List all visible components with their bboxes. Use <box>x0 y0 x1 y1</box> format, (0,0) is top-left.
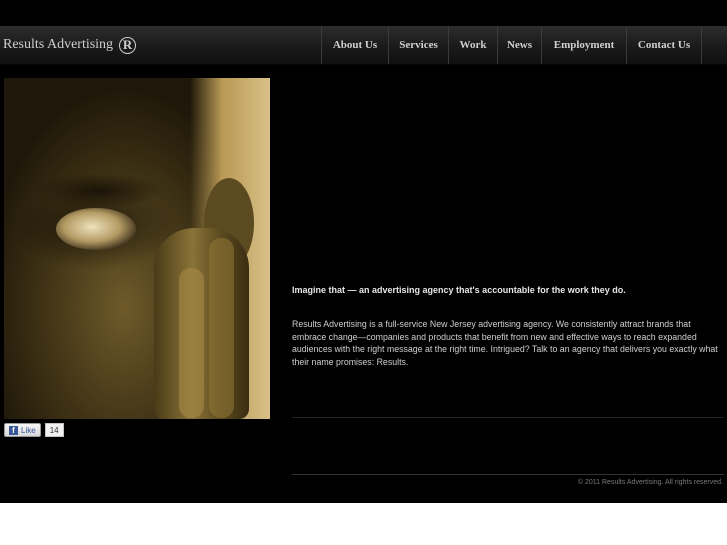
nav-item-work[interactable]: Work <box>449 26 498 64</box>
divider <box>292 417 724 418</box>
logo-mark-icon: R <box>119 36 137 54</box>
footer-divider <box>292 474 724 475</box>
photo-brow <box>34 173 164 208</box>
nav-item-services[interactable]: Services <box>389 26 449 64</box>
main-nav: About Us Services Work News Employment C… <box>321 26 702 64</box>
nav-item-contact-us[interactable]: Contact Us <box>627 26 702 64</box>
nav-item-about-us[interactable]: About Us <box>322 26 389 64</box>
facebook-like-button[interactable]: f Like <box>4 423 41 437</box>
logo[interactable]: Results Advertising R <box>3 35 137 55</box>
photo-finger <box>179 268 204 418</box>
logo-text: Results Advertising <box>3 37 114 52</box>
copyright: © 2011 Results Advertising. All rights r… <box>577 479 723 486</box>
photo-finger <box>209 238 234 418</box>
header: Results Advertising R About Us Services … <box>0 26 727 65</box>
intro-paragraph: Results Advertising is a full-service Ne… <box>292 319 718 367</box>
hero-photo <box>4 78 270 419</box>
top-bar <box>0 0 727 26</box>
like-count: 14 <box>44 423 64 437</box>
nav-item-news[interactable]: News <box>498 26 542 64</box>
tagline: Imagine that — an advertising agency tha… <box>292 285 626 295</box>
photo-eye <box>56 208 136 250</box>
like-label: Like <box>21 425 36 435</box>
nav-item-employment[interactable]: Employment <box>542 26 627 64</box>
page: Results Advertising R About Us Services … <box>0 0 727 503</box>
facebook-icon: f <box>9 425 18 435</box>
facebook-like-widget: f Like 14 <box>4 423 64 437</box>
